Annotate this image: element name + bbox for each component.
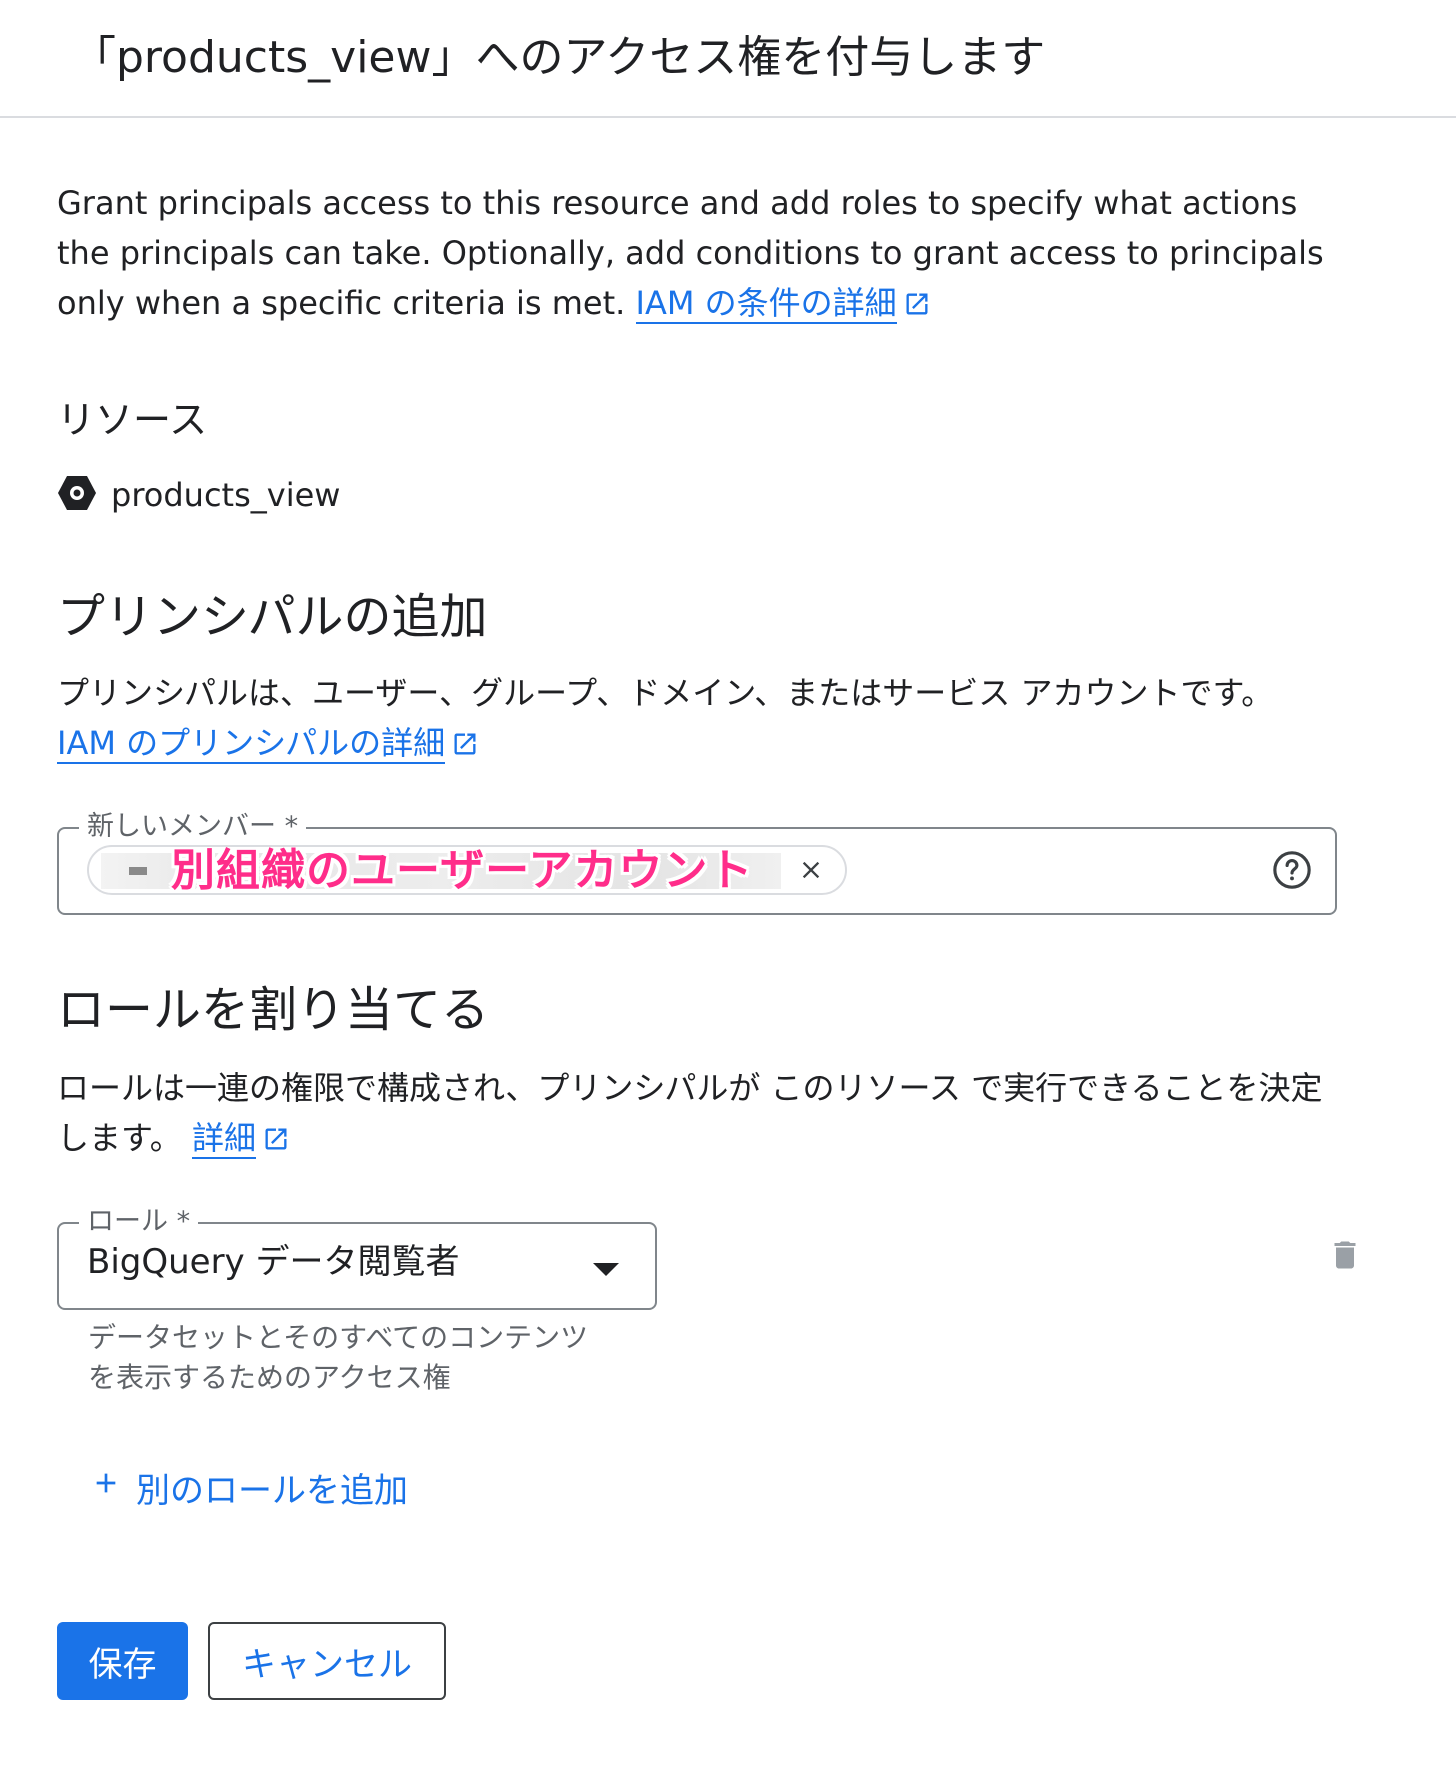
add-role-label: 別のロールを追加 xyxy=(136,1470,408,1511)
delete-role-trash-icon[interactable] xyxy=(1327,1236,1363,1278)
iam-principals-link[interactable]: IAM のプリンシパルの詳細 xyxy=(57,724,446,764)
save-button[interactable]: 保存 xyxy=(57,1622,188,1700)
resource-label: リソース xyxy=(57,398,208,442)
role-select[interactable]: ロール * BigQuery データ閲覧者 xyxy=(57,1206,657,1310)
cancel-button[interactable]: キャンセル xyxy=(208,1622,446,1700)
new-member-field[interactable]: 新しいメンバー * 別組織のユーザーアカウント xyxy=(57,811,1337,915)
new-member-label: 新しいメンバー * xyxy=(79,811,307,843)
external-link-icon xyxy=(903,282,931,332)
external-link-icon xyxy=(451,722,479,772)
dropdown-arrow-icon xyxy=(593,1262,619,1281)
resource-row: products_view xyxy=(57,470,340,520)
remove-chip-close-icon[interactable] xyxy=(791,850,831,890)
plus-icon xyxy=(90,1467,122,1508)
roles-heading: ロールを割り当てる xyxy=(57,982,490,1038)
help-icon[interactable] xyxy=(1271,849,1313,895)
role-helper-text: データセットとそのすべてのコンテンツを表示するためのアクセス権 xyxy=(88,1321,589,1394)
add-another-role-button[interactable]: 別のロールを追加 xyxy=(90,1462,408,1512)
principals-heading: プリンシパルの追加 xyxy=(57,589,488,645)
principals-text: プリンシパルは、ユーザー、グループ、ドメイン、またはサービス アカウントです。 xyxy=(57,674,1274,712)
dialog-header: 「products_view」へのアクセス権を付与します xyxy=(0,0,1456,118)
annotation-overlay: 別組織のユーザーアカウント xyxy=(171,845,754,895)
roles-description: ロールは一連の権限で構成され、プリンシパルが このリソース で実行できることを決… xyxy=(57,1063,1327,1167)
bigquery-view-icon xyxy=(57,473,97,517)
intro-description: Grant principals access to this resource… xyxy=(57,178,1327,332)
principals-description: プリンシパルは、ユーザー、グループ、ドメイン、またはサービス アカウントです。 … xyxy=(57,668,1327,772)
roles-details-link[interactable]: 詳細 xyxy=(191,1119,256,1159)
selected-role: BigQuery データ閲覧者 xyxy=(87,1242,460,1282)
page-title: 「products_view」へのアクセス権を付与します xyxy=(72,32,1046,83)
iam-conditions-link[interactable]: IAM の条件の詳細 xyxy=(635,284,897,324)
member-chip[interactable]: 別組織のユーザーアカウント xyxy=(87,845,847,895)
role-field-label: ロール * xyxy=(79,1206,199,1238)
external-link-icon xyxy=(262,1117,290,1167)
resource-name: products_view xyxy=(111,476,341,514)
